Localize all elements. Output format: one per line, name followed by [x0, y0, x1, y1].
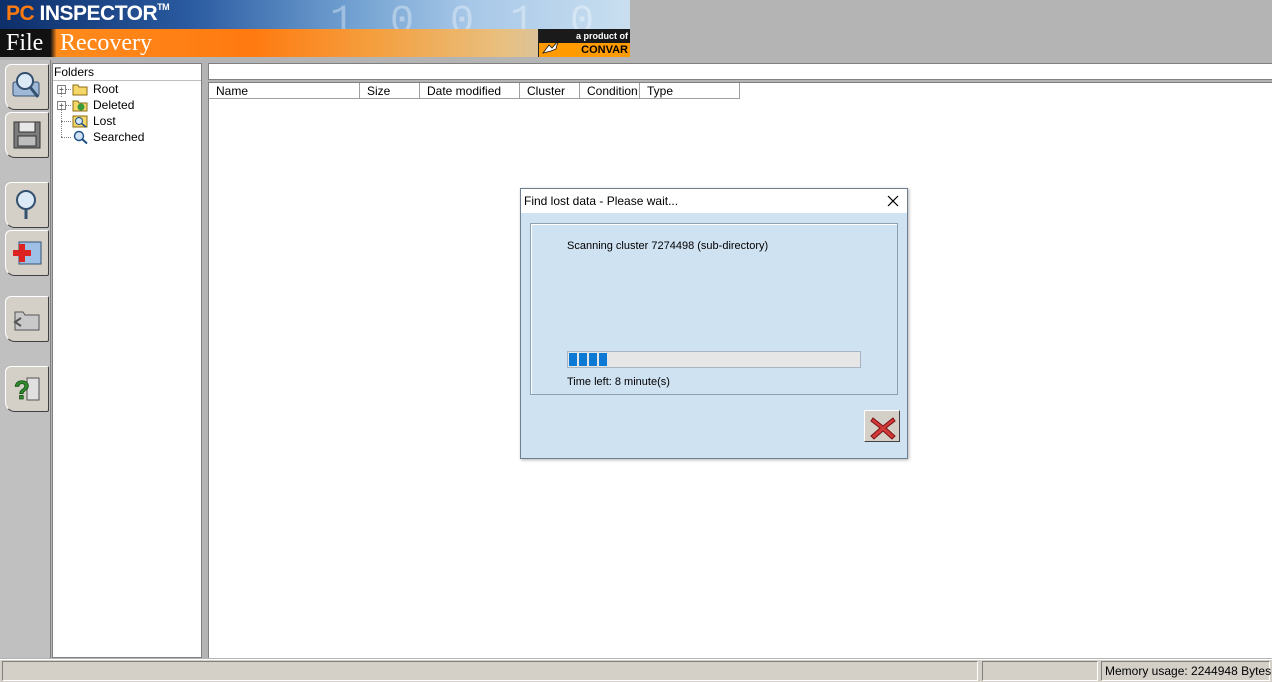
vendor-logo: a product of CONVAR [538, 29, 630, 57]
folders-pane: Folders + Root + Deleted Lost Searched [52, 63, 202, 658]
left-toolbar: ? [0, 60, 51, 658]
progress-block [569, 353, 577, 366]
add-drive-button[interactable] [5, 230, 49, 276]
vendor-mark-icon [542, 40, 559, 54]
lost-search-icon [72, 115, 88, 128]
vendor-name: CONVAR [581, 44, 628, 56]
tree-item-lost[interactable]: Lost [53, 105, 201, 129]
status-panel-main [2, 661, 978, 681]
time-left-text: Time left: 8 minute(s) [567, 376, 670, 388]
app-title-file: File [6, 30, 44, 56]
search-icon [73, 130, 88, 144]
tree-item-root[interactable]: + Root [53, 81, 201, 97]
dialog-title: Find lost data - Please wait... [524, 194, 679, 208]
cancel-x-icon [870, 417, 896, 440]
open-drive-button[interactable] [5, 64, 49, 110]
tree-item-label[interactable]: Searched [93, 129, 144, 145]
find-lost-data-dialog: Find lost data - Please wait... Scanning… [520, 188, 908, 459]
progress-block [589, 353, 597, 366]
memory-usage: Memory usage: 2244948 Bytes [1101, 661, 1271, 681]
cancel-button[interactable] [864, 410, 900, 442]
tree-item-label[interactable]: Root [93, 81, 118, 97]
progress-group: Scanning cluster 7274498 (sub-directory)… [530, 223, 898, 395]
close-button[interactable] [882, 191, 904, 211]
progress-fill [569, 353, 607, 366]
find-icon [16, 190, 36, 219]
open-drive-icon [12, 72, 40, 98]
app-title-recovery: Recovery [60, 30, 152, 56]
svg-text:?: ? [14, 375, 30, 405]
brand-tm: TM [157, 2, 170, 12]
folders-header: Folders [53, 64, 201, 81]
tree-item-searched[interactable]: Searched [53, 121, 201, 145]
column-header-date-modified[interactable]: Date modified [420, 83, 520, 99]
folder-button[interactable] [5, 296, 49, 342]
column-header-name[interactable]: Name [209, 83, 360, 99]
status-bar: Memory usage: 2244948 Bytes [0, 659, 1272, 682]
filelist-toolbar-strip [208, 63, 1272, 80]
brand-pc: PC [6, 2, 35, 25]
column-header-type[interactable]: Type [640, 83, 740, 99]
brand-inspector: INSPECTOR [39, 2, 158, 25]
save-button[interactable] [5, 112, 49, 158]
dialog-titlebar[interactable]: Find lost data - Please wait... [521, 189, 907, 213]
folder-icon [72, 84, 88, 96]
brand-logo: PC INSPECTORTM [6, 2, 170, 26]
recycle-folder-icon [72, 100, 88, 112]
add-drive-icon [13, 241, 42, 265]
app-banner: 1 0 0 1 0 0 1 PC INSPECTORTM File Recove… [0, 0, 630, 57]
close-icon [887, 195, 899, 207]
folder-icon [13, 311, 40, 331]
tree-item-deleted[interactable]: + Deleted [53, 89, 201, 113]
tree-item-label[interactable]: Deleted [93, 97, 134, 113]
help-icon: ? [14, 375, 40, 405]
progress-block [579, 353, 587, 366]
column-header-condition[interactable]: Condition [580, 83, 640, 99]
save-floppy-icon [13, 121, 41, 149]
column-header-size[interactable]: Size [360, 83, 420, 99]
scan-progress-bar [567, 351, 861, 368]
help-button[interactable]: ? [5, 366, 49, 412]
tree-item-label[interactable]: Lost [93, 113, 116, 129]
scan-status-text: Scanning cluster 7274498 (sub-directory) [567, 240, 769, 252]
status-panel-mid [982, 661, 1098, 681]
progress-block [599, 353, 607, 366]
column-header-cluster[interactable]: Cluster [520, 83, 580, 99]
find-button[interactable] [5, 182, 49, 228]
